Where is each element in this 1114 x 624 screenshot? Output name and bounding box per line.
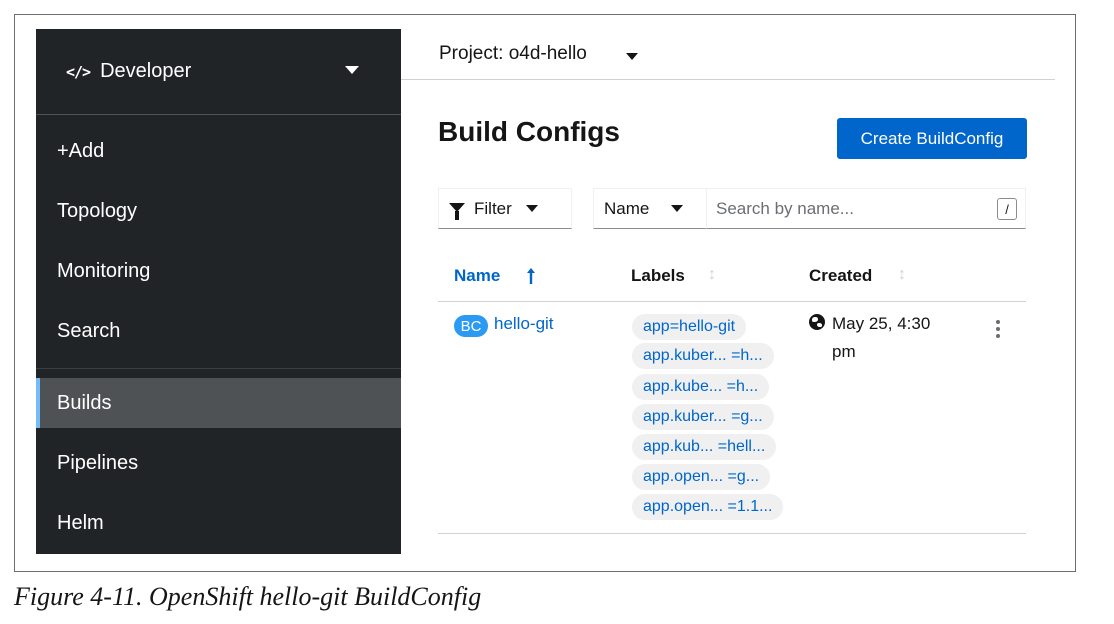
nav-item-helm[interactable]: Helm (36, 498, 401, 548)
project-selector[interactable]: Project: o4d-hello (439, 43, 587, 65)
column-header-labels[interactable]: Labels (631, 266, 685, 286)
buildconfig-link[interactable]: hello-git (494, 314, 554, 334)
label-chip[interactable]: app.open... =1.1... (632, 494, 784, 520)
nav-item-label: Topology (57, 199, 138, 222)
perspective-switcher[interactable]: </> Developer (36, 29, 401, 115)
nav-item-label: Search (57, 319, 121, 342)
table-row-divider (438, 533, 1026, 534)
globe-icon (809, 314, 825, 330)
caret-down-icon (345, 66, 359, 74)
column-header-created[interactable]: Created (809, 266, 872, 286)
page-title: Build Configs (438, 116, 620, 147)
label-chip[interactable]: app.open... =g... (632, 464, 771, 490)
sort-ascending-icon[interactable] (524, 267, 538, 285)
label-chip[interactable]: app=hello-git (632, 314, 747, 340)
created-timestamp: May 25, 4:30 (832, 314, 931, 333)
filter-dropdown[interactable]: Filter (438, 188, 572, 229)
nav-item-topology[interactable]: Topology (36, 186, 401, 236)
sidebar: </> Developer +Add Topology Monitoring S… (36, 29, 401, 554)
attribute-label: Name (604, 198, 650, 218)
column-header-name[interactable]: Name (454, 266, 500, 286)
perspective-label: Developer (100, 60, 192, 82)
attribute-dropdown[interactable]: Name (593, 188, 707, 229)
keyboard-shortcut-hint: / (997, 198, 1017, 220)
caret-down-icon (525, 205, 538, 212)
caret-down-icon (671, 205, 684, 212)
kebab-menu-icon[interactable] (993, 320, 1003, 344)
nav-item-search[interactable]: Search (36, 306, 401, 356)
code-icon: </> (66, 62, 91, 81)
sort-icon[interactable]: ↕ (708, 266, 716, 284)
search-input[interactable] (716, 197, 986, 221)
figure-caption: Figure 4-11. OpenShift hello-git BuildCo… (14, 582, 482, 611)
nav-item-label: +Add (57, 139, 105, 162)
search-box: / (706, 188, 1026, 229)
label-chip[interactable]: app.kube... =h... (632, 374, 770, 400)
resource-badge: BC (454, 315, 488, 337)
label-chip[interactable]: app.kub... =hell... (632, 434, 777, 460)
nav-item-monitoring[interactable]: Monitoring (36, 246, 401, 296)
filter-label: Filter (474, 198, 512, 218)
label-chip[interactable]: app.kuber... =h... (632, 343, 774, 369)
label-chip[interactable]: app.kuber... =g... (632, 404, 774, 430)
nav-item-label: Pipelines (57, 451, 139, 474)
nav-item-pipelines[interactable]: Pipelines (36, 438, 401, 488)
create-buildconfig-button[interactable]: Create BuildConfig (837, 118, 1027, 159)
filter-icon (449, 203, 465, 220)
nav-item-builds[interactable]: Builds (36, 378, 401, 428)
nav-item-label: Helm (57, 511, 104, 534)
nav-item-label: Builds (57, 391, 112, 414)
project-bar: Project: o4d-hello (401, 29, 1055, 80)
created-timestamp-cont: pm (832, 342, 856, 361)
nav-item-add[interactable]: +Add (36, 126, 401, 176)
nav-item-label: Monitoring (57, 259, 151, 282)
table-header-divider (438, 301, 1026, 302)
sort-icon[interactable]: ↕ (898, 266, 906, 284)
nav-divider (36, 368, 401, 369)
caret-down-icon[interactable] (626, 53, 638, 60)
